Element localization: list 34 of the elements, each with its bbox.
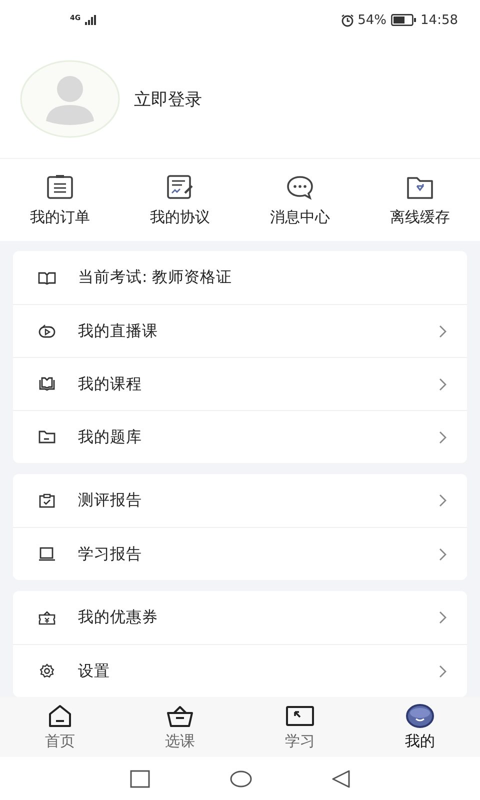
back-button[interactable] [332, 770, 350, 788]
screen-icon [285, 704, 315, 728]
menu-item[interactable]: 我的题库 [13, 410, 467, 463]
battery-percent: 54% [358, 12, 387, 28]
tab-item[interactable]: 首页 [0, 697, 120, 757]
home-button[interactable] [230, 770, 252, 788]
chat-icon [285, 174, 315, 200]
signature-icon [165, 174, 195, 200]
battery-icon [390, 14, 417, 26]
menu-item[interactable]: 当前考试: 教师资格证 [13, 251, 467, 304]
menu-item[interactable]: 测评报告 [13, 474, 467, 527]
menu-item[interactable]: 学习报告 [13, 527, 467, 580]
laptop-icon [38, 546, 56, 562]
open-book-icon [38, 376, 56, 392]
tab-item[interactable]: 选课 [120, 697, 240, 757]
avatar-icon [405, 704, 435, 728]
tab-item[interactable]: 学习 [240, 697, 360, 757]
book-icon [38, 270, 56, 286]
folder-icon [38, 429, 56, 445]
clipboard-check-icon [38, 492, 56, 508]
ticket-icon [38, 610, 56, 626]
basket-icon [165, 704, 195, 728]
login-link[interactable]: 立即登录 [134, 88, 202, 110]
menu-item[interactable]: 我的优惠券 [13, 591, 467, 644]
recent-apps-button[interactable] [130, 770, 150, 788]
settings-icon [38, 663, 56, 679]
signal-icon [84, 15, 97, 25]
tab-item[interactable]: 我的 [360, 697, 480, 757]
alarm-icon [340, 14, 354, 26]
menu-item[interactable]: 我的直播课 [13, 304, 467, 357]
clock-time: 14:58 [420, 12, 458, 28]
list-icon [45, 174, 75, 200]
menu-item[interactable]: 我的课程 [13, 357, 467, 410]
video-icon [38, 323, 56, 339]
